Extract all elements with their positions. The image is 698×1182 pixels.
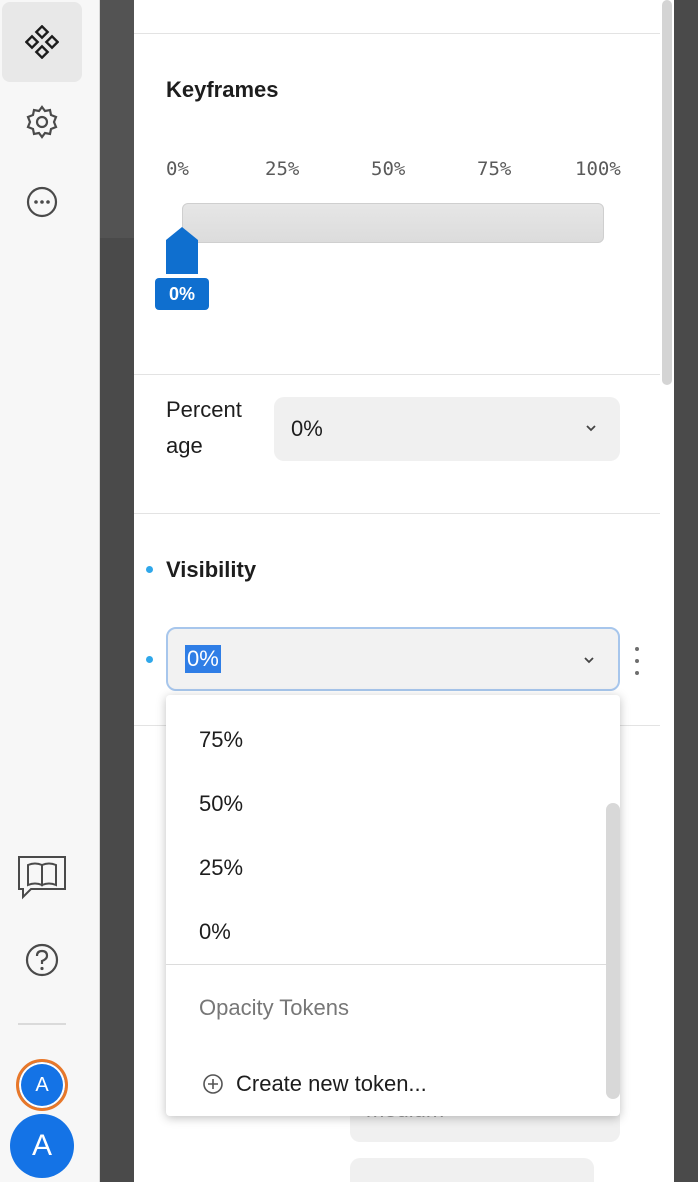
- dropdown-option[interactable]: 75%: [199, 727, 243, 753]
- modified-indicator-dot: [146, 656, 153, 663]
- sidebar-divider: [18, 1023, 66, 1025]
- keyframes-title: Keyframes: [166, 77, 279, 102]
- percentage-value: 0%: [291, 416, 323, 441]
- more-button[interactable]: [2, 162, 82, 242]
- percentage-label-line1: Percent: [166, 397, 242, 422]
- dropdown-option[interactable]: 50%: [199, 791, 243, 817]
- add-circle-icon: [203, 1074, 223, 1094]
- create-new-token-label: Create new token...: [236, 1071, 427, 1096]
- avatar[interactable]: A: [16, 1059, 68, 1111]
- tick-label: 50%: [371, 158, 406, 180]
- modified-indicator-dot: [146, 566, 153, 573]
- panel-scrollbar-thumb[interactable]: [662, 0, 672, 385]
- tick-label: 75%: [477, 158, 512, 180]
- create-new-token-button[interactable]: Create new token...: [202, 1071, 427, 1097]
- divider: [134, 513, 660, 514]
- divider: [134, 374, 660, 375]
- help-icon: [25, 943, 59, 977]
- dropdown-divider: [166, 964, 606, 965]
- dropdown-option[interactable]: 0%: [199, 919, 231, 945]
- tick-label: 25%: [265, 158, 300, 180]
- settings-button[interactable]: [2, 82, 82, 162]
- docs-button[interactable]: [2, 838, 82, 918]
- left-sidebar: A A: [0, 0, 100, 1182]
- keyframe-handle[interactable]: [165, 226, 199, 276]
- field-box[interactable]: [350, 1158, 594, 1182]
- percentage-label: Percent age: [166, 392, 242, 464]
- components-button[interactable]: [2, 2, 82, 82]
- visibility-title: Visibility: [166, 557, 257, 582]
- dropdown-scrollbar-thumb[interactable]: [606, 803, 620, 1099]
- gear-icon: [26, 105, 58, 139]
- user-avatar[interactable]: A: [10, 1114, 74, 1178]
- tick-label: 100%: [575, 158, 621, 180]
- chevron-down-icon: [584, 657, 594, 664]
- percentage-select[interactable]: 0%: [274, 397, 620, 461]
- opacity-dropdown-menu: 75% 50% 25% 0% Opacity Tokens Create new…: [166, 695, 620, 1116]
- more-circle-icon: [26, 186, 58, 218]
- tick-label: 0%: [166, 158, 189, 180]
- visibility-select[interactable]: 0%: [166, 627, 620, 691]
- percentage-label-line2: age: [166, 433, 203, 458]
- visibility-value[interactable]: 0%: [185, 645, 221, 673]
- docs-book-icon: [18, 856, 66, 900]
- canvas-background: [100, 0, 134, 238]
- help-button[interactable]: [2, 920, 82, 1000]
- dropdown-option[interactable]: 25%: [199, 855, 243, 881]
- chevron-down-icon: [586, 425, 596, 432]
- components-icon: [25, 25, 59, 59]
- opacity-tokens-heading: Opacity Tokens: [199, 995, 350, 1020]
- keyframe-handle-label: 0%: [155, 278, 209, 310]
- divider: [134, 33, 660, 34]
- more-options-kebab-icon[interactable]: [634, 647, 640, 675]
- keyframe-track[interactable]: [182, 203, 604, 243]
